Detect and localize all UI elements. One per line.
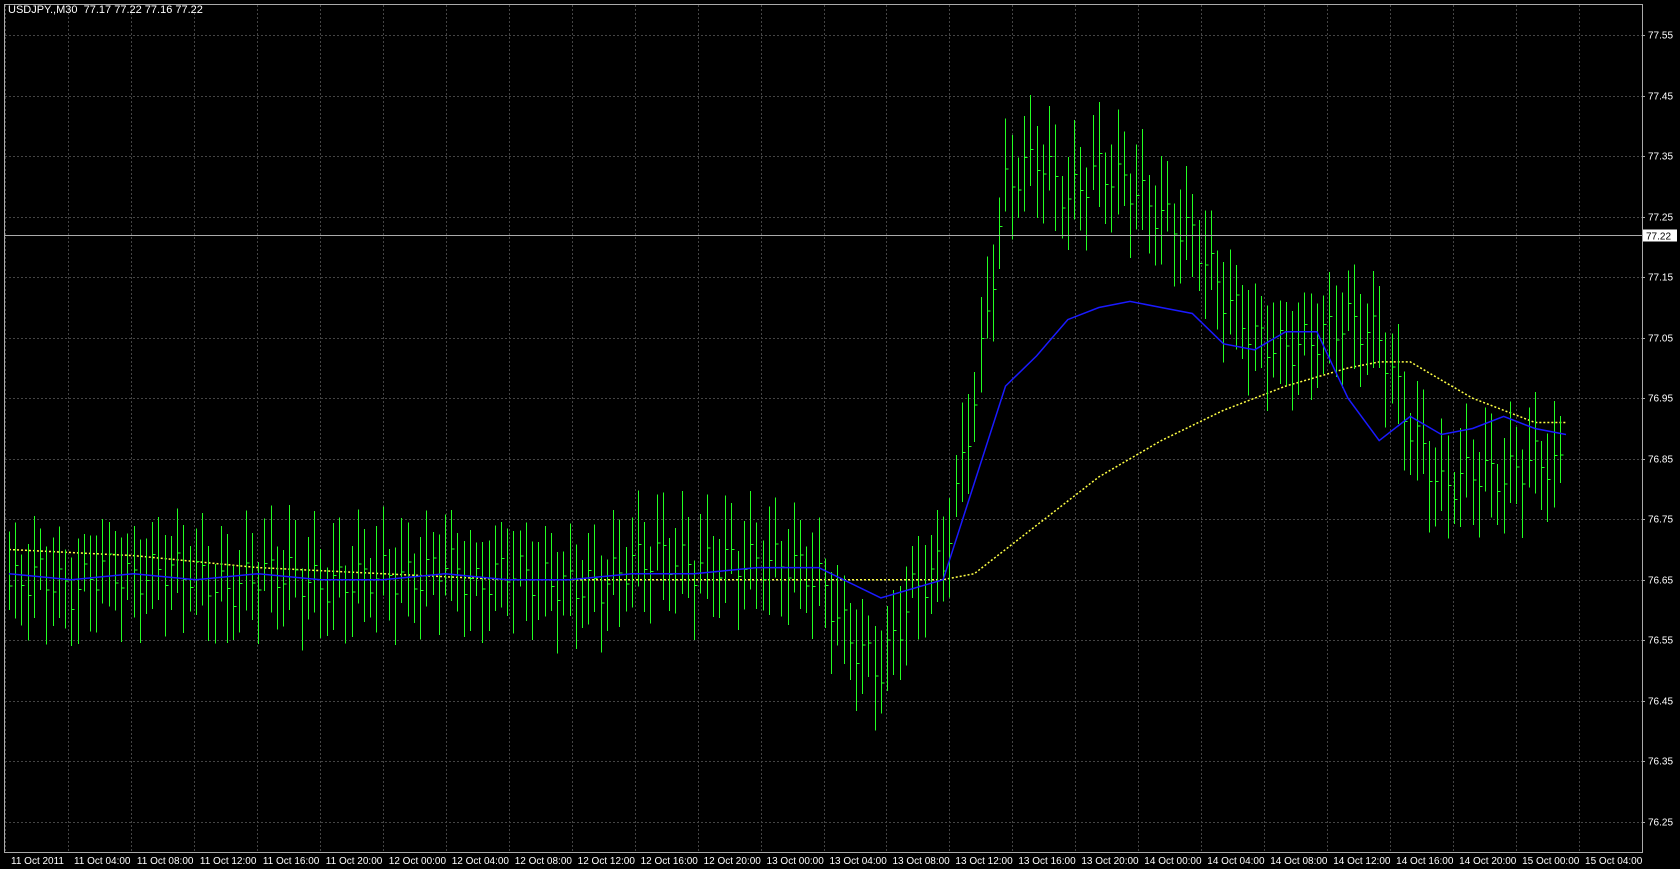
y-tick-label: 76.35 bbox=[1648, 757, 1673, 768]
y-tick-label: 76.95 bbox=[1648, 394, 1673, 405]
x-tick-label: 12 Oct 20:00 bbox=[704, 856, 762, 867]
x-tick-label: 14 Oct 16:00 bbox=[1396, 856, 1454, 867]
x-tick-label: 13 Oct 12:00 bbox=[955, 856, 1013, 867]
chart-header: USDJPY.,M30 77.17 77.22 77.16 77.22 bbox=[8, 4, 203, 16]
x-tick-label: 12 Oct 16:00 bbox=[641, 856, 699, 867]
chart-window[interactable]: 77.22 77.55 77.45 77.35 77.25 77.15 77.05 76.9… bbox=[0, 0, 1680, 869]
y-tick-label: 76.55 bbox=[1648, 636, 1673, 647]
fast-moving-average bbox=[8, 300, 1567, 599]
grid bbox=[5, 5, 1643, 852]
x-tick-label: 11 Oct 16:00 bbox=[263, 856, 320, 867]
x-tick-label: 13 Oct 16:00 bbox=[1018, 856, 1076, 867]
y-tick-label: 76.75 bbox=[1648, 515, 1673, 526]
y-tick-label: 77.35 bbox=[1648, 152, 1673, 163]
x-tick-label: 11 Oct 08:00 bbox=[137, 856, 194, 867]
x-tick-label: 14 Oct 04:00 bbox=[1207, 856, 1265, 867]
x-axis-labels: 11 Oct 2011 11 Oct 04:00 11 Oct 08:00 11 Oc… bbox=[11, 856, 1643, 867]
y-tick-label: 76.65 bbox=[1648, 576, 1673, 587]
y-tick-label: 77.55 bbox=[1648, 31, 1673, 42]
x-tick-label: 15 Oct 00:00 bbox=[1522, 856, 1580, 867]
x-tick-label: 12 Oct 12:00 bbox=[578, 856, 636, 867]
y-tick-label: 77.05 bbox=[1648, 334, 1673, 345]
price-bars bbox=[9, 94, 1564, 731]
x-tick-label: 12 Oct 00:00 bbox=[389, 856, 447, 867]
x-tick-label: 12 Oct 08:00 bbox=[515, 856, 573, 867]
x-tick-label: 11 Oct 2011 bbox=[11, 856, 64, 867]
symbol-label: USDJPY.,M30 bbox=[8, 4, 78, 16]
plot-frame bbox=[4, 4, 1643, 853]
x-tick-label: 15 Oct 04:00 bbox=[1585, 856, 1643, 867]
x-tick-label: 13 Oct 20:00 bbox=[1081, 856, 1139, 867]
x-tick-label: 11 Oct 20:00 bbox=[326, 856, 383, 867]
y-tick-label: 76.85 bbox=[1648, 455, 1673, 466]
current-price-label: 77.22 bbox=[1646, 232, 1671, 243]
y-tick-label: 76.45 bbox=[1648, 697, 1673, 708]
slow-ma-line bbox=[8, 361, 1566, 581]
x-tick-label: 14 Oct 08:00 bbox=[1270, 856, 1328, 867]
fast-ma-line bbox=[8, 300, 1567, 599]
chart-plot[interactable]: 77.22 77.55 77.45 77.35 77.25 77.15 77.05 76.9… bbox=[0, 0, 1680, 869]
x-tick-label: 14 Oct 12:00 bbox=[1333, 856, 1391, 867]
x-tick-label: 11 Oct 04:00 bbox=[74, 856, 131, 867]
x-tick-label: 13 Oct 08:00 bbox=[892, 856, 950, 867]
y-tick-label: 77.25 bbox=[1648, 213, 1673, 224]
y-tick-label: 77.45 bbox=[1648, 92, 1673, 103]
x-tick-label: 13 Oct 00:00 bbox=[767, 856, 825, 867]
x-tick-label: 14 Oct 20:00 bbox=[1459, 856, 1517, 867]
y-tick-label: 77.15 bbox=[1648, 273, 1673, 284]
ohlc-values: 77.17 77.22 77.16 77.22 bbox=[83, 4, 203, 16]
slow-moving-average bbox=[8, 361, 1566, 581]
y-tick-label: 76.25 bbox=[1648, 818, 1673, 829]
x-tick-label: 12 Oct 04:00 bbox=[452, 856, 510, 867]
x-tick-label: 13 Oct 04:00 bbox=[830, 856, 888, 867]
x-tick-label: 11 Oct 12:00 bbox=[200, 856, 257, 867]
x-tick-label: 14 Oct 00:00 bbox=[1144, 856, 1202, 867]
y-axis-labels: 77.55 77.45 77.35 77.25 77.15 77.05 76.95 76.85… bbox=[1642, 31, 1673, 829]
